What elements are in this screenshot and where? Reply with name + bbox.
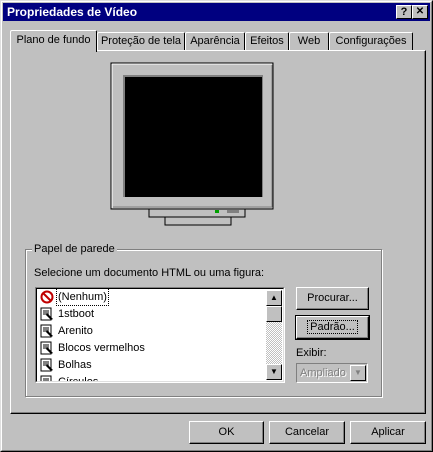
pattern-button[interactable]: Padrão...: [295, 315, 370, 340]
wallpaper-file-icon: [40, 375, 52, 382]
list-item-label: Bolhas: [58, 359, 92, 371]
list-scrollbar[interactable]: ▲ ▼: [266, 290, 282, 380]
wallpaper-file-icon: [40, 341, 53, 355]
wallpaper-list-label: Selecione um documento HTML ou uma figur…: [34, 267, 265, 279]
list-item-label: (Nenhum): [56, 288, 109, 306]
apply-button[interactable]: Aplicar: [350, 421, 426, 444]
scroll-thumb[interactable]: [266, 306, 282, 322]
power-led: [215, 210, 219, 213]
display-mode-value: Ampliado: [300, 367, 346, 379]
tab-web[interactable]: Web: [289, 32, 329, 50]
list-item-label: Blocos vermelhos: [58, 342, 145, 354]
browse-button[interactable]: Procurar...: [296, 287, 369, 310]
tab-aparencia[interactable]: Aparência: [185, 32, 245, 50]
scroll-down-button[interactable]: ▼: [266, 364, 282, 380]
wallpaper-file-icon: [40, 307, 53, 321]
chevron-down-icon[interactable]: ▼: [350, 365, 366, 381]
wallpaper-file-icon: [40, 358, 53, 372]
tab-plano-de-fundo[interactable]: Plano de fundo: [10, 30, 97, 52]
display-properties-window: Propriedades de Vídeo ? ✕ Plano de fundo…: [0, 0, 433, 452]
tab-efeitos[interactable]: Efeitos: [245, 32, 289, 50]
ok-button[interactable]: OK: [189, 421, 264, 444]
scroll-up-button[interactable]: ▲: [266, 290, 282, 306]
window-title: Propriedades de Vídeo: [7, 5, 138, 19]
list-item-label: Arenito: [58, 325, 93, 337]
wallpaper-file-icon: [40, 324, 53, 338]
display-label: Exibir:: [296, 347, 327, 359]
wallpaper-group-label: Papel de parede: [32, 243, 117, 255]
wallpaper-list[interactable]: (Nenhum) 1stboot Arenito Blocos vermelho…: [35, 287, 285, 383]
help-button[interactable]: ?: [396, 5, 412, 19]
title-bar[interactable]: Propriedades de Vídeo ? ✕: [3, 3, 430, 21]
monitor-screen: [125, 77, 262, 197]
list-item-label: 1stboot: [58, 308, 95, 320]
close-button[interactable]: ✕: [412, 5, 428, 19]
display-mode-select[interactable]: Ampliado ▼: [296, 363, 368, 383]
tab-protecao-de-tela[interactable]: Proteção de tela: [97, 32, 185, 50]
no-symbol-icon: [40, 290, 54, 304]
cancel-button[interactable]: Cancelar: [269, 421, 345, 444]
list-item-label: Círculos: [58, 376, 99, 383]
tab-configuracoes[interactable]: Configurações: [329, 32, 413, 50]
monitor-preview: [110, 62, 274, 226]
